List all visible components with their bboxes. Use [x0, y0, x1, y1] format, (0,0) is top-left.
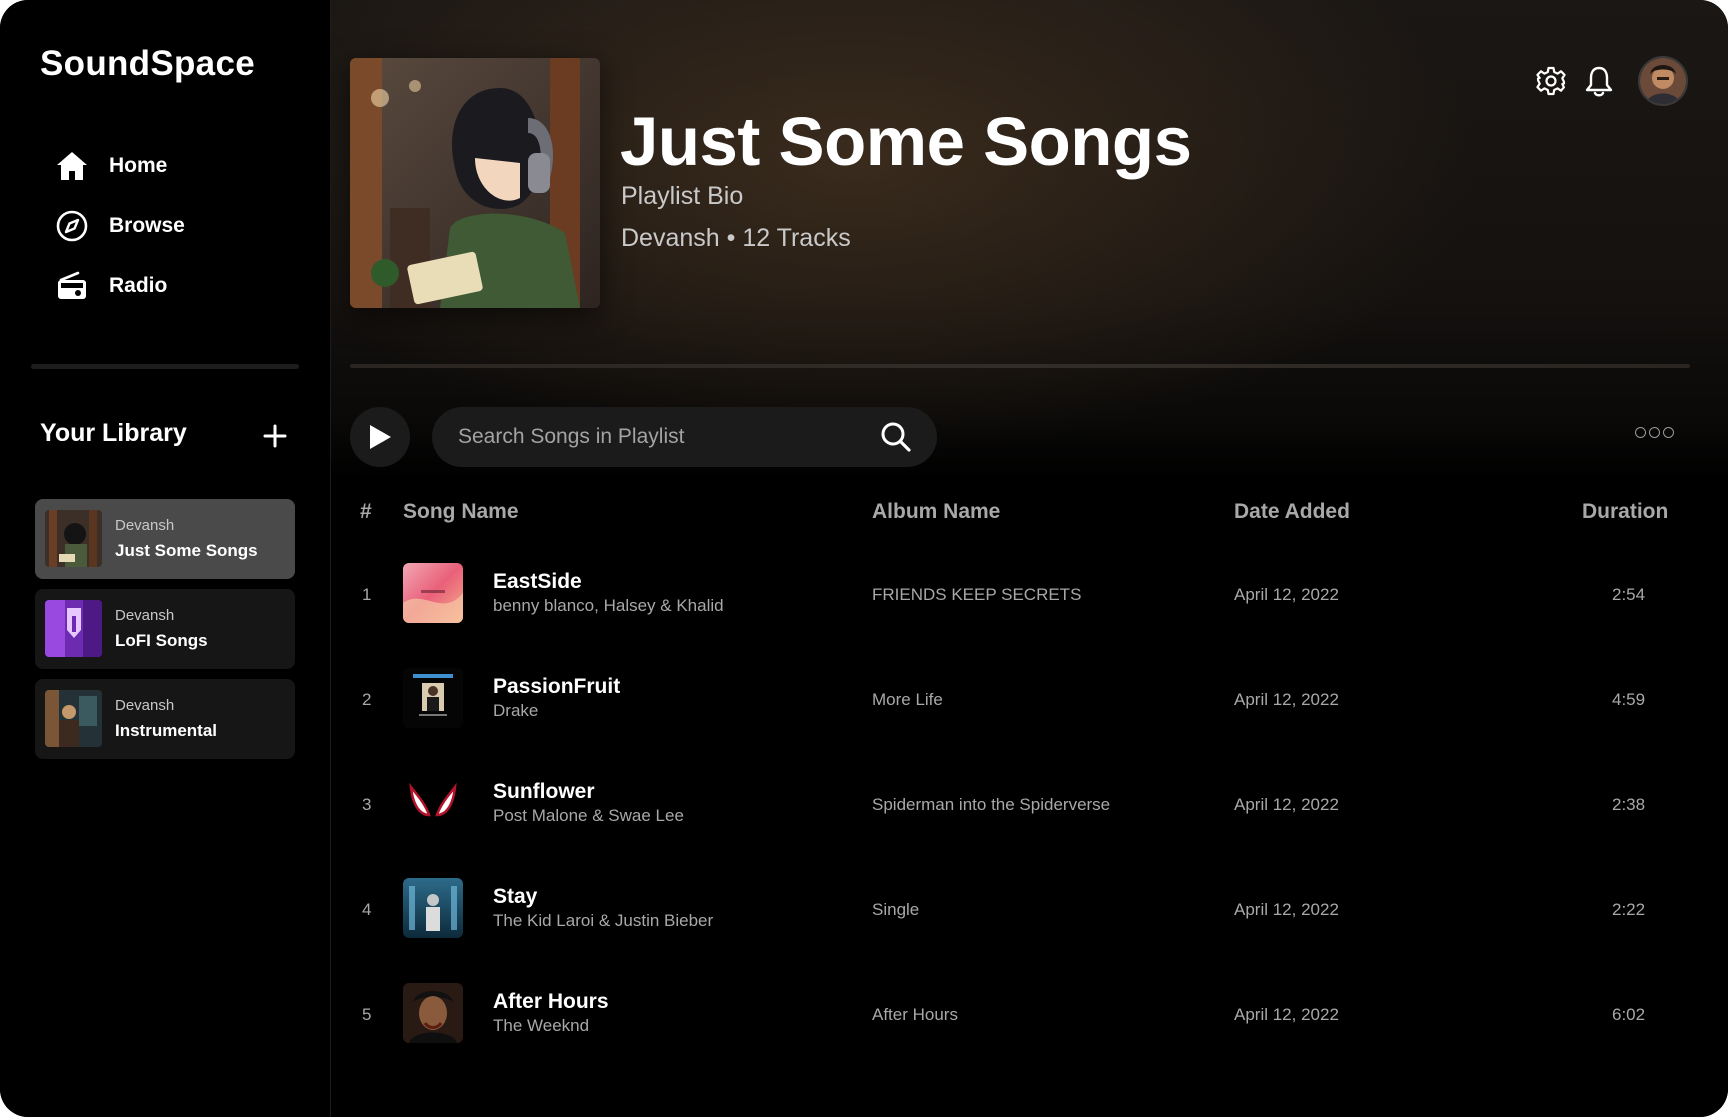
home-icon — [54, 148, 90, 184]
album-art — [403, 563, 463, 623]
album-art — [403, 668, 463, 728]
library-list: Devansh Just Some Songs Devansh LoFI Son… — [35, 499, 295, 769]
library-item-name: LoFI Songs — [115, 631, 208, 650]
album-art — [403, 878, 463, 938]
header-actions — [1534, 56, 1688, 106]
compass-icon — [54, 208, 90, 244]
app-logo: SoundSpace — [40, 44, 255, 83]
track-duration: 2:54 — [1612, 585, 1646, 604]
album-art — [403, 773, 463, 833]
table-row[interactable]: 5 After Hours The Weeknd After Hours Apr… — [331, 980, 1728, 1085]
track-duration: 6:02 — [1612, 1005, 1646, 1024]
dot-icon — [1663, 427, 1674, 438]
column-header-duration[interactable]: Duration — [1582, 500, 1668, 524]
table-row[interactable]: 3 Sunflower Post Malone & Swae Lee Spide… — [331, 770, 1728, 875]
track-title: Stay — [493, 885, 538, 908]
track-duration: 4:59 — [1612, 690, 1646, 709]
track-title: EastSide — [493, 570, 582, 593]
playlist-cover — [350, 58, 600, 308]
track-list: 1 EastSide benny blanco, Halsey & Khalid… — [331, 560, 1728, 1085]
gear-icon[interactable] — [1534, 64, 1568, 98]
library-item-name: Instrumental — [115, 721, 218, 740]
sidebar-divider — [31, 364, 299, 369]
track-artist[interactable]: Post Malone & Swae Lee — [493, 806, 684, 826]
more-options-button[interactable] — [1632, 427, 1674, 438]
track-artist[interactable]: The Weeknd — [493, 1016, 589, 1036]
library-item-name: Just Some Songs — [115, 541, 258, 560]
dot-icon — [1649, 427, 1660, 438]
search-input[interactable] — [458, 425, 879, 449]
playlist-thumbnail — [45, 510, 102, 567]
app-window: SoundSpace Home Browse Radio Your Librar… — [0, 0, 1728, 1117]
table-row[interactable]: 2 PassionFruit Drake More Life April 12,… — [331, 665, 1728, 770]
track-artist[interactable]: The Kid Laroi & Justin Bieber — [493, 911, 713, 931]
column-header-date[interactable]: Date Added — [1234, 500, 1350, 524]
table-header: # Song Name Album Name Date Added Durati… — [331, 500, 1728, 530]
avatar[interactable] — [1638, 56, 1688, 106]
track-number: 1 — [362, 585, 372, 604]
main-content: Just Some Songs Playlist Bio Devansh • 1… — [331, 0, 1728, 1117]
track-album[interactable]: After Hours — [872, 1005, 958, 1025]
library-item-owner: Devansh — [115, 517, 175, 534]
plus-icon[interactable] — [259, 420, 291, 452]
track-date-added: April 12, 2022 — [1234, 795, 1339, 814]
column-header-album[interactable]: Album Name — [872, 500, 1000, 524]
track-number: 5 — [362, 1005, 372, 1024]
track-number: 4 — [362, 900, 372, 919]
library-title: Your Library — [40, 419, 187, 447]
nav-item-home[interactable]: Home — [54, 146, 185, 186]
nav-label-browse: Browse — [109, 214, 185, 237]
nav-item-radio[interactable]: Radio — [54, 266, 185, 306]
track-title: PassionFruit — [493, 675, 621, 698]
track-artist[interactable]: Drake — [493, 701, 538, 721]
track-duration: 2:38 — [1612, 795, 1646, 814]
track-date-added: April 12, 2022 — [1234, 690, 1339, 709]
track-album[interactable]: More Life — [872, 690, 943, 710]
track-album[interactable]: Spiderman into the Spiderverse — [872, 795, 1110, 815]
play-button[interactable] — [350, 407, 410, 467]
track-date-added: April 12, 2022 — [1234, 1005, 1339, 1024]
sidebar: SoundSpace Home Browse Radio Your Librar… — [0, 0, 331, 1117]
playlist-meta: Devansh • 12 Tracks — [621, 224, 851, 252]
column-header-number[interactable]: # — [360, 500, 372, 524]
track-number: 2 — [362, 690, 372, 709]
nav-label-radio: Radio — [109, 274, 168, 297]
track-title: Sunflower — [493, 780, 595, 803]
track-title: After Hours — [493, 990, 609, 1013]
track-number: 3 — [362, 795, 372, 814]
track-artist[interactable]: benny blanco, Halsey & Khalid — [493, 596, 724, 616]
nav-item-browse[interactable]: Browse — [54, 206, 185, 246]
library-item-owner: Devansh — [115, 607, 175, 624]
library-item[interactable]: Devansh Instrumental — [35, 679, 295, 759]
track-date-added: April 12, 2022 — [1234, 585, 1339, 604]
header-divider — [350, 364, 1690, 368]
playlist-bio: Playlist Bio — [621, 182, 744, 210]
track-duration: 2:22 — [1612, 900, 1646, 919]
library-item[interactable]: Devansh LoFI Songs — [35, 589, 295, 669]
library-item[interactable]: Devansh Just Some Songs — [35, 499, 295, 579]
playlist-thumbnail — [45, 690, 102, 747]
track-date-added: April 12, 2022 — [1234, 900, 1339, 919]
table-row[interactable]: 1 EastSide benny blanco, Halsey & Khalid… — [331, 560, 1728, 665]
radio-icon — [54, 268, 90, 304]
bell-icon[interactable] — [1582, 64, 1616, 98]
library-item-owner: Devansh — [115, 697, 175, 714]
playlist-thumbnail — [45, 600, 102, 657]
track-album[interactable]: Single — [872, 900, 919, 920]
play-icon — [370, 425, 391, 449]
track-album[interactable]: FRIENDS KEEP SECRETS — [872, 585, 1081, 605]
album-art — [403, 983, 463, 1043]
search-icon[interactable] — [879, 420, 913, 454]
search-bar — [432, 407, 937, 467]
main-nav: Home Browse Radio — [54, 146, 185, 326]
nav-label-home: Home — [109, 154, 168, 177]
table-row[interactable]: 4 Stay The Kid Laroi & Justin Bieber Sin… — [331, 875, 1728, 980]
column-header-song[interactable]: Song Name — [403, 500, 519, 524]
dot-icon — [1635, 427, 1646, 438]
playlist-title: Just Some Songs — [620, 103, 1192, 180]
